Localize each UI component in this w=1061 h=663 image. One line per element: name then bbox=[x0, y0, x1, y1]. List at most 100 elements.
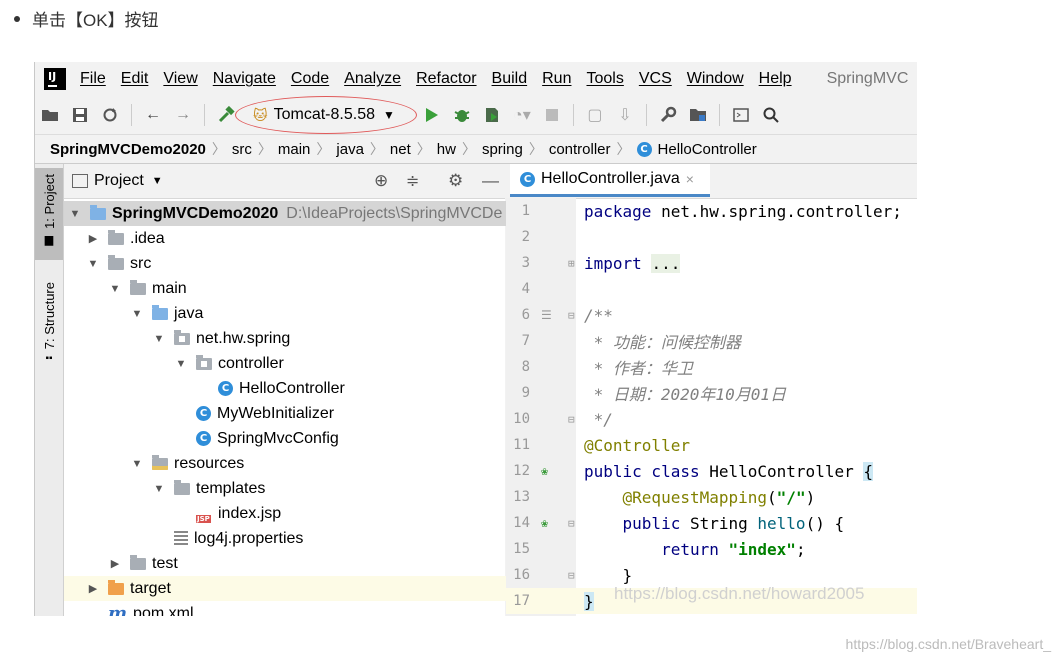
menu-refactor[interactable]: Refactor bbox=[416, 70, 476, 88]
profiler-icon[interactable]: ◔▾ bbox=[511, 104, 533, 126]
menu-window[interactable]: Window bbox=[687, 70, 744, 88]
menu-file[interactable]: File bbox=[80, 70, 106, 88]
toolbar-separator bbox=[718, 104, 720, 126]
code-line[interactable]: 12 ❀ public class HelloController { bbox=[506, 458, 917, 484]
run-icon[interactable] bbox=[421, 104, 443, 126]
run-configuration-dropdown[interactable]: 🐱 Tomcat-8.5.58 ▼ bbox=[235, 96, 417, 134]
tree-item-src[interactable]: ▼ src bbox=[64, 251, 527, 276]
tab-hellocontroller-java[interactable]: C HelloController.java × bbox=[510, 164, 710, 197]
tree-item-resources[interactable]: ▼ resources bbox=[64, 451, 571, 476]
collapse-arrow-icon[interactable]: ▶ bbox=[108, 557, 122, 570]
collapse-arrow-icon[interactable]: ▶ bbox=[86, 582, 100, 595]
project-structure-icon[interactable] bbox=[687, 104, 709, 126]
collapse-all-icon[interactable]: ≑ bbox=[406, 171, 419, 191]
code-line[interactable]: 2 bbox=[506, 224, 917, 250]
terminal-icon[interactable] bbox=[730, 104, 752, 126]
expand-arrow-icon[interactable]: ▼ bbox=[86, 258, 100, 270]
breadcrumb-item[interactable]: net bbox=[390, 141, 411, 158]
code-editor: C HelloController.java × 1 package net.h… bbox=[506, 164, 917, 616]
attach-icon[interactable]: ▢ bbox=[584, 104, 606, 126]
fold-icon[interactable]: ⊞ bbox=[568, 257, 575, 270]
code-line[interactable]: 10 ⊟ */ bbox=[506, 406, 917, 432]
main-toolbar: ← → 🐱 Tomcat-8.5.58 ▼ ◔▾ ▢ ⇩ bbox=[35, 96, 917, 134]
toolbar-separator bbox=[204, 104, 205, 126]
wrench-settings-icon[interactable] bbox=[657, 104, 679, 126]
breadcrumb-item[interactable]: main bbox=[278, 141, 311, 158]
doc-comment-icon[interactable]: ☰ bbox=[541, 308, 552, 322]
expand-arrow-icon[interactable]: ▼ bbox=[152, 333, 166, 345]
expand-arrow-icon[interactable]: ▼ bbox=[130, 458, 144, 470]
breadcrumb-separator: 〉 bbox=[316, 141, 331, 157]
tree-item-pom[interactable]: m pom.xml bbox=[64, 601, 549, 616]
breadcrumb-item[interactable]: java bbox=[336, 141, 364, 158]
back-arrow-icon[interactable]: ← bbox=[142, 104, 164, 126]
menu-tools[interactable]: Tools bbox=[586, 70, 623, 88]
expand-arrow-icon[interactable]: ▼ bbox=[108, 283, 122, 295]
fold-icon[interactable]: ⊟ bbox=[568, 413, 575, 426]
tab-project[interactable]: 1: Project ▆ bbox=[35, 168, 63, 260]
tab-structure[interactable]: 7: Structure ▪▪ bbox=[35, 282, 63, 392]
collapse-arrow-icon[interactable]: ▶ bbox=[86, 232, 100, 245]
close-icon[interactable]: × bbox=[686, 171, 694, 187]
expand-arrow-icon[interactable]: ▼ bbox=[130, 308, 144, 320]
tree-item-test[interactable]: ▶ test bbox=[64, 551, 549, 576]
fold-icon[interactable]: ⊟ bbox=[568, 309, 575, 322]
breadcrumb-item[interactable]: controller bbox=[549, 141, 611, 158]
project-view-selector[interactable]: Project bbox=[94, 172, 144, 190]
coverage-icon[interactable] bbox=[481, 104, 503, 126]
tree-item-project-root[interactable]: ▼ SpringMVCDemo2020 D:\IdeaProjects\Spri… bbox=[64, 201, 509, 226]
expand-arrow-icon[interactable]: ▼ bbox=[152, 483, 166, 495]
expand-arrow-icon[interactable]: ▼ bbox=[68, 208, 82, 220]
minimize-icon[interactable]: — bbox=[482, 171, 499, 191]
debug-icon[interactable] bbox=[451, 104, 473, 126]
code-line[interactable]: 3 ⊞ import ... bbox=[506, 250, 917, 276]
code-line[interactable]: 14 ❀ ⊟ public String hello() { bbox=[506, 510, 917, 536]
editor-tab-bar: C HelloController.java × bbox=[506, 164, 917, 199]
search-icon[interactable] bbox=[760, 104, 782, 126]
menu-navigate[interactable]: Navigate bbox=[213, 70, 276, 88]
code-line[interactable]: 4 bbox=[506, 276, 917, 302]
forward-arrow-icon[interactable]: → bbox=[172, 104, 194, 126]
menu-analyze[interactable]: Analyze bbox=[344, 70, 401, 88]
save-icon[interactable] bbox=[69, 104, 91, 126]
breadcrumb-item[interactable]: hw bbox=[437, 141, 456, 158]
tree-item-target[interactable]: ▶ target bbox=[64, 576, 527, 601]
fold-icon[interactable]: ⊟ bbox=[568, 569, 575, 582]
code-line[interactable]: 1 package net.hw.spring.controller; bbox=[506, 198, 917, 224]
expand-arrow-icon[interactable]: ▼ bbox=[174, 358, 188, 370]
breadcrumb-item[interactable]: SpringMVCDemo2020 bbox=[50, 141, 206, 158]
menu-build[interactable]: Build bbox=[492, 70, 528, 88]
breadcrumb: SpringMVCDemo2020 〉 src 〉 main 〉 java 〉 … bbox=[35, 134, 917, 164]
breadcrumb-item-class[interactable]: C HelloController bbox=[636, 141, 757, 158]
open-folder-icon[interactable] bbox=[39, 104, 61, 126]
code-line[interactable]: 11 @Controller bbox=[506, 432, 917, 458]
menu-view[interactable]: View bbox=[163, 70, 197, 88]
tree-item-java[interactable]: ▼ java bbox=[64, 301, 571, 326]
code-line[interactable]: 6 ☰ ⊟ /** bbox=[506, 302, 917, 328]
menu-code[interactable]: Code bbox=[291, 70, 329, 88]
tree-item-idea[interactable]: ▶ .idea bbox=[64, 226, 527, 251]
locate-icon[interactable]: ⊕ bbox=[374, 171, 388, 191]
stop-icon[interactable] bbox=[541, 104, 563, 126]
code-line[interactable]: 8 * 作者：华卫 bbox=[506, 354, 917, 380]
code-line[interactable]: 9 * 日期：2020年10月01日 bbox=[506, 380, 917, 406]
vcs-update-icon[interactable]: ⇩ bbox=[614, 104, 636, 126]
sync-icon[interactable] bbox=[99, 104, 121, 126]
menu-help[interactable]: Help bbox=[759, 70, 792, 88]
gear-icon[interactable]: ⚙ bbox=[448, 171, 463, 191]
menu-vcs[interactable]: VCS bbox=[639, 70, 672, 88]
tree-item-main[interactable]: ▼ main bbox=[64, 276, 549, 301]
code-line[interactable]: 13 @RequestMapping("/") bbox=[506, 484, 917, 510]
menu-edit[interactable]: Edit bbox=[121, 70, 149, 88]
spring-mapping-icon[interactable]: ❀ bbox=[541, 516, 548, 530]
menu-run[interactable]: Run bbox=[542, 70, 571, 88]
breadcrumb-item[interactable]: spring bbox=[482, 141, 523, 158]
spring-bean-icon[interactable]: ❀ bbox=[541, 464, 548, 478]
code-line[interactable]: 7 * 功能：问候控制器 bbox=[506, 328, 917, 354]
code-line[interactable]: 15 return "index"; bbox=[506, 536, 917, 562]
fold-icon[interactable]: ⊟ bbox=[568, 517, 575, 530]
build-hammer-icon[interactable] bbox=[215, 104, 237, 126]
chevron-down-icon[interactable]: ▼ bbox=[152, 175, 163, 187]
toolbar-separator bbox=[131, 104, 132, 126]
breadcrumb-item[interactable]: src bbox=[232, 141, 252, 158]
